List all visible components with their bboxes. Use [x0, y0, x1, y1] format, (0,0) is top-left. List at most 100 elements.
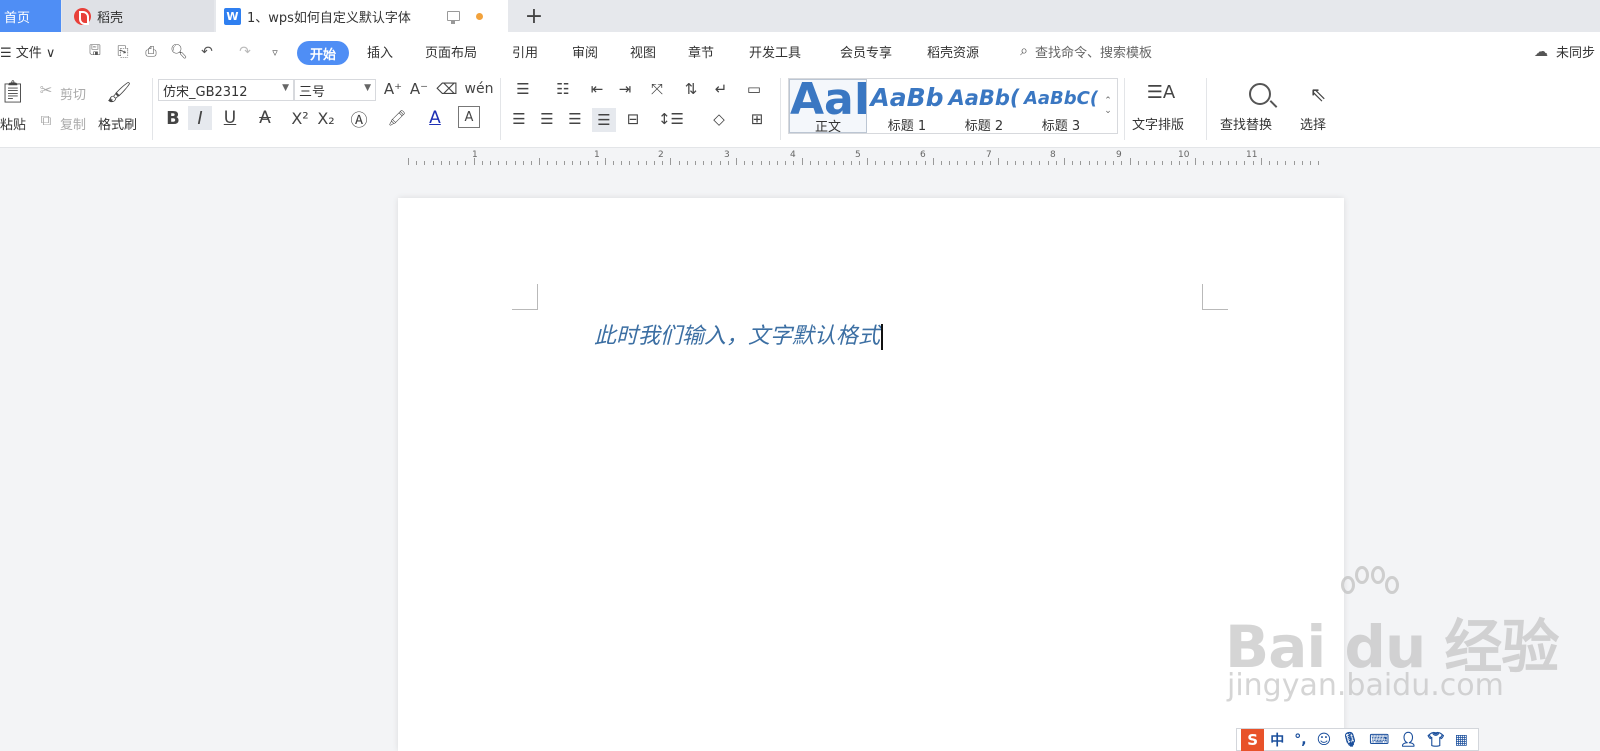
ruler-tick: [1055, 161, 1057, 165]
paste-icon[interactable]: 📋︎: [0, 78, 27, 106]
export-icon[interactable]: ⎘: [114, 43, 132, 61]
shading-icon[interactable]: ◇: [704, 108, 734, 130]
align-left-icon[interactable]: ☰: [508, 108, 530, 130]
highlight-icon[interactable]: 🖍︎: [382, 106, 412, 130]
format-painter-icon[interactable]: 🖌︎: [106, 78, 132, 106]
style-label: 正文: [814, 120, 841, 135]
cut-label[interactable]: 剪切: [60, 84, 86, 103]
align-right-icon[interactable]: ☰: [564, 108, 586, 130]
tab-ruler-icon[interactable]: ▭: [742, 78, 766, 100]
font-name-select[interactable]: 仿宋_GB2312 ▼: [158, 79, 294, 101]
cloud-sync-icon[interactable]: ☁: [1532, 43, 1550, 61]
show-marks-icon[interactable]: ↵: [706, 78, 736, 100]
redo-icon[interactable]: ↷: [236, 43, 254, 61]
copy-icon[interactable]: ⧉: [36, 110, 56, 130]
style-normal[interactable]: AaB 正文: [789, 74, 867, 135]
tab-references[interactable]: 引用: [512, 42, 538, 61]
paste-label[interactable]: 粘贴: [0, 114, 26, 133]
select-label[interactable]: 选择: [1300, 114, 1326, 133]
emoji-icon[interactable]: ☺: [1317, 732, 1332, 748]
increase-indent-icon[interactable]: ⇥: [614, 78, 636, 100]
divider: [1206, 78, 1207, 140]
tab-start[interactable]: 开始: [297, 41, 349, 65]
ruler-tick: [1285, 161, 1287, 165]
cursor-select-icon[interactable]: ⇖: [1304, 78, 1332, 110]
font-shrink-icon[interactable]: A⁻: [408, 78, 430, 100]
tab-chapter[interactable]: 章节: [688, 42, 714, 61]
italic-button[interactable]: I: [188, 106, 212, 130]
new-tab-button[interactable]: +: [514, 0, 554, 32]
tab-page-layout[interactable]: 页面布局: [425, 42, 477, 61]
ruler-tick: [1080, 161, 1082, 165]
ruler-tick: [1137, 161, 1139, 165]
document-body-text[interactable]: 此时我们输入，文字默认格式: [594, 318, 884, 350]
justify-icon[interactable]: ☰: [592, 108, 616, 132]
tab-view[interactable]: 视图: [630, 42, 656, 61]
style-heading-1[interactable]: AaBb 标题 1: [869, 79, 945, 134]
font-size-select[interactable]: 三号 ▼: [294, 79, 376, 101]
copy-label[interactable]: 复制: [60, 114, 86, 133]
sogou-logo-icon[interactable]: S: [1241, 728, 1265, 751]
text-effect-icon[interactable]: Ⓐ: [344, 106, 374, 131]
tab-developer[interactable]: 开发工具: [749, 42, 801, 61]
superscript-button[interactable]: X²: [288, 106, 312, 130]
command-search-input[interactable]: 查找命令、搜索模板: [1035, 42, 1152, 61]
chinese-layout-icon[interactable]: ⤧: [642, 78, 672, 100]
text-layout-label[interactable]: 文字排版: [1132, 114, 1184, 133]
print-icon[interactable]: ⎙: [142, 43, 160, 61]
horizontal-ruler[interactable]: 1 1 2 3 4 5 6 7 8 9 10 11: [400, 150, 1340, 168]
tab-home[interactable]: 首页: [0, 0, 61, 32]
ruler-tick: [1293, 161, 1295, 165]
customize-dropdown-icon[interactable]: ▿: [266, 43, 284, 61]
ime-mode-toggle[interactable]: 中: [1270, 730, 1284, 750]
font-grow-icon[interactable]: A⁺: [382, 78, 404, 100]
align-center-icon[interactable]: ☰: [536, 108, 558, 130]
skin-shirt-icon[interactable]: 👕︎: [1427, 732, 1445, 748]
clear-format-icon[interactable]: ⌫: [436, 78, 458, 100]
decrease-indent-icon[interactable]: ⇤: [586, 78, 608, 100]
tab-member[interactable]: 会员专享: [840, 42, 892, 61]
line-spacing-icon[interactable]: ↕☰: [656, 108, 686, 130]
ruler-tick: [973, 161, 975, 165]
tab-daoke-resources[interactable]: 稻壳资源: [927, 42, 979, 61]
sort-icon[interactable]: ⇅: [680, 78, 702, 100]
undo-icon[interactable]: ↶: [198, 43, 216, 61]
style-scroll-icon[interactable]: ⌃ ⌄: [1101, 81, 1115, 131]
tab-insert[interactable]: 插入: [367, 42, 393, 61]
cut-icon[interactable]: ✂: [36, 80, 56, 100]
toolbox-grid-icon[interactable]: ▦: [1455, 732, 1468, 748]
save-icon[interactable]: 🖫: [86, 43, 104, 61]
print-preview-icon[interactable]: 🔍︎: [170, 43, 188, 61]
ime-punctuation-toggle[interactable]: °,: [1294, 732, 1306, 748]
distributed-icon[interactable]: ⊟: [622, 108, 644, 130]
tab-review[interactable]: 审阅: [572, 42, 598, 61]
sync-status[interactable]: 未同步: [1556, 42, 1595, 61]
tab-document[interactable]: W 1、wps如何自定义默认字体: [216, 0, 508, 32]
underline-button[interactable]: U: [216, 106, 244, 130]
search-icon: ⌕: [1020, 43, 1028, 59]
ruler-tick: [809, 161, 811, 165]
format-painter-label[interactable]: 格式刷: [98, 114, 137, 133]
subscript-button[interactable]: X₂: [314, 106, 338, 130]
user-icon[interactable]: 👤︎: [1399, 732, 1417, 748]
microphone-icon[interactable]: 🎙︎: [1341, 732, 1359, 748]
text-layout-icon[interactable]: ☰A: [1144, 78, 1178, 106]
file-menu[interactable]: ☰ 文件 ∨: [0, 42, 55, 61]
style-heading-3[interactable]: AaBbC( 标题 3: [1023, 79, 1099, 134]
font-color-icon[interactable]: A: [420, 106, 450, 130]
keyboard-icon[interactable]: ⌨: [1369, 732, 1389, 748]
bold-button[interactable]: B: [162, 106, 184, 130]
document-page[interactable]: 此时我们输入，文字默认格式: [398, 198, 1344, 751]
find-replace-icon[interactable]: [1244, 78, 1276, 110]
strikethrough-icon[interactable]: A: [250, 106, 280, 130]
monitor-icon[interactable]: [446, 11, 460, 24]
char-border-icon[interactable]: A: [458, 106, 480, 128]
numbered-list-icon[interactable]: ☷: [548, 78, 578, 100]
style-heading-2[interactable]: AaBb( 标题 2: [946, 79, 1022, 134]
bullet-list-icon[interactable]: ☰: [508, 78, 538, 100]
tab-daoke[interactable]: 稻壳: [62, 0, 214, 32]
borders-icon[interactable]: ⊞: [742, 108, 772, 130]
phonetic-guide-icon[interactable]: wén: [464, 78, 494, 100]
ruler-number: 8: [1050, 150, 1056, 160]
find-replace-label[interactable]: 查找替换: [1220, 114, 1272, 133]
